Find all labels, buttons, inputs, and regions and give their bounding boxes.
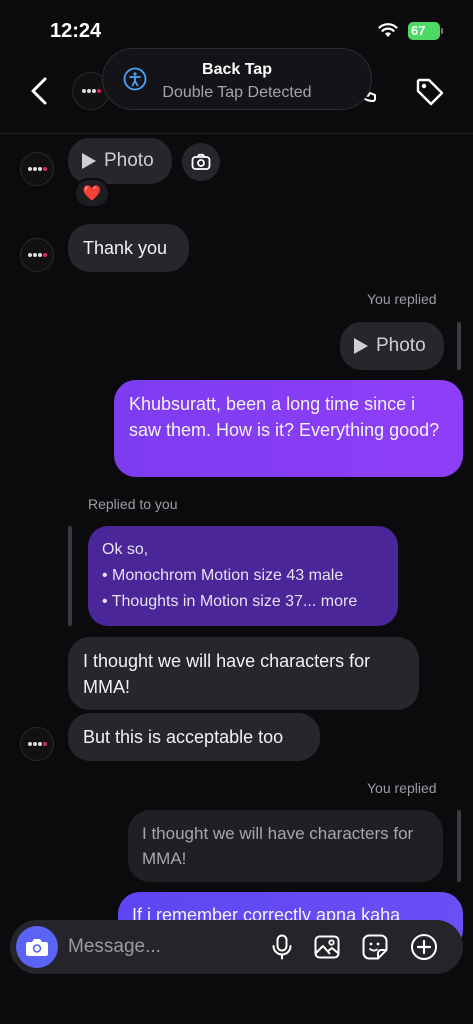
heart-reaction[interactable]: ❤️: [74, 178, 110, 208]
message-mma[interactable]: I thought we will have characters for MM…: [68, 637, 419, 710]
back-button[interactable]: [24, 74, 54, 108]
message-acceptable[interactable]: But this is acceptable too: [68, 713, 320, 761]
camera-button[interactable]: [16, 926, 58, 968]
replied-photo[interactable]: Photo: [340, 322, 444, 370]
photo-label: Photo: [104, 150, 154, 171]
quoted-message[interactable]: Ok so, • Monochrom Motion size 43 male •…: [88, 526, 398, 626]
play-icon: [82, 153, 96, 169]
message-thank-you[interactable]: Thank you: [68, 224, 189, 272]
camera-icon: [191, 153, 211, 170]
microphone-icon[interactable]: [268, 933, 296, 961]
wifi-icon: [378, 23, 398, 37]
quoted-line: Ok so,: [102, 541, 149, 558]
battery-indicator: 67: [408, 22, 443, 40]
quoted-line: • Thoughts in Motion size 37... more: [102, 593, 358, 610]
avatar-logo-icon: [81, 89, 101, 93]
tag-icon[interactable]: [414, 76, 446, 108]
photo-message[interactable]: Photo: [68, 138, 172, 184]
replied-to-you-label: Replied to you: [88, 496, 178, 512]
you-replied-label: You replied: [367, 291, 437, 307]
reply-indicator: [457, 810, 461, 882]
sender-avatar[interactable]: [20, 727, 54, 761]
avatar-logo-icon: [27, 167, 47, 171]
avatar-logo-icon: [27, 742, 47, 746]
message-input[interactable]: [68, 933, 258, 961]
camera-reply-button[interactable]: [182, 143, 220, 181]
add-icon[interactable]: [410, 933, 438, 961]
photo-label: Photo: [376, 335, 426, 356]
reply-bar: [68, 526, 72, 626]
sender-avatar[interactable]: [20, 238, 54, 272]
sticker-icon[interactable]: [361, 933, 389, 961]
sent-message[interactable]: Khubsuratt, been a long time since i saw…: [114, 380, 463, 477]
quoted-mma[interactable]: I thought we will have characters for MM…: [128, 810, 443, 882]
status-time: 12:24: [50, 20, 102, 42]
toast-title: Back Tap: [202, 61, 272, 78]
camera-icon: [26, 939, 48, 956]
reply-indicator: [457, 322, 461, 370]
you-replied-label: You replied: [367, 780, 437, 796]
back-tap-toast: Back Tap Double Tap Detected: [102, 48, 372, 110]
gallery-icon[interactable]: [313, 933, 341, 961]
sender-avatar[interactable]: [20, 152, 54, 186]
quoted-line: • Monochrom Motion size 43 male: [102, 567, 344, 584]
avatar-logo-icon: [27, 253, 47, 257]
play-icon: [354, 338, 368, 354]
message-composer: [10, 920, 463, 974]
toast-subtitle: Double Tap Detected: [162, 84, 312, 101]
